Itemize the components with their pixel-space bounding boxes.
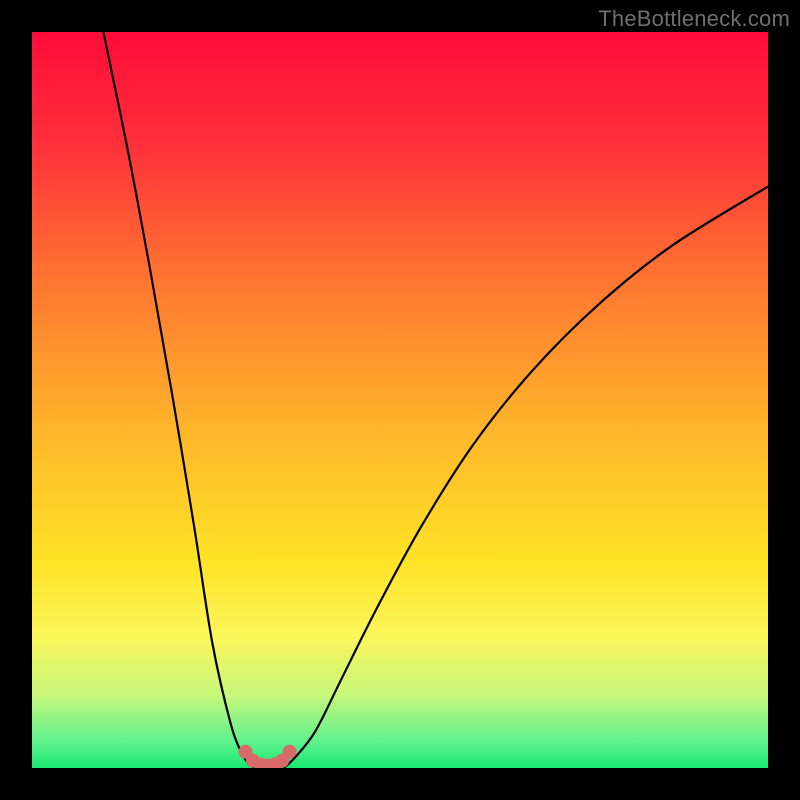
chart-background — [32, 32, 768, 768]
chart-svg — [32, 32, 768, 768]
watermark-text: TheBottleneck.com — [598, 6, 790, 32]
bottom-dot — [283, 745, 297, 759]
chart-frame — [32, 32, 768, 768]
